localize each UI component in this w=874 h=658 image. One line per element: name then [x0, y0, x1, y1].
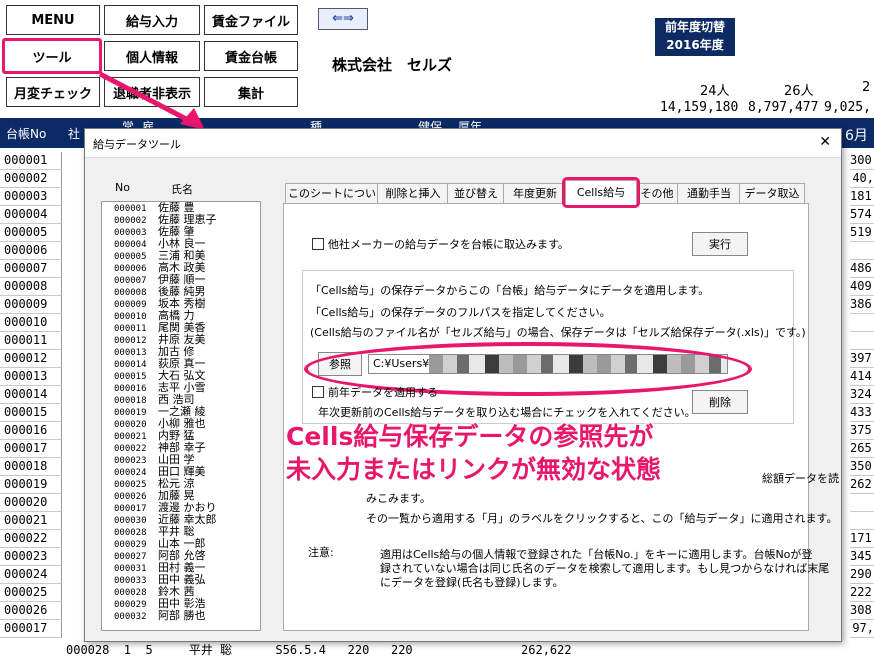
dialog-title: 給与データツール	[93, 138, 181, 151]
dialog-titlebar: 給与データツール ✕	[85, 129, 841, 158]
tab-year-update[interactable]: 年度更新	[503, 183, 567, 204]
hidden-tail-2: みこみます。	[366, 492, 431, 505]
other-maker-label: 他社メーカーの給与データを台帳に取込みます。	[328, 238, 569, 251]
tab-delete-insert[interactable]: 削除と挿入	[377, 183, 449, 204]
list-item-no: 000032	[114, 612, 147, 622]
info-line-1: 「Cells給与」の保存データからこの「台帳」給与データにデータを適用します。	[310, 284, 710, 297]
close-icon[interactable]: ✕	[819, 134, 831, 150]
other-maker-checkbox[interactable]	[312, 238, 324, 250]
list-item[interactable]: 000032 阿部 勝也	[102, 609, 260, 623]
run-button[interactable]: 実行	[692, 232, 748, 256]
info-line-2: 「Cells給与」の保存データのフルパスを指定してください。	[310, 306, 611, 319]
tab-sort[interactable]: 並び替え	[447, 183, 505, 204]
tab-data-import[interactable]: データ取込	[739, 183, 805, 204]
apply-instruction: その一覧から適用する「月」のラベルをクリックすると、この「給与データ」に適用され…	[366, 512, 838, 525]
annotation-line-1: Cells給与保存データの参照先が	[286, 422, 654, 451]
annotation-line-2: 未入力またはリンクが無効な状態	[286, 455, 662, 484]
tab-commute[interactable]: 通勤手当	[677, 183, 741, 204]
prev-year-label: 前年データを適用する	[328, 386, 438, 399]
prev-year-note: 年次更新前のCells給与データを取り込む場合にチェックを入れてください。	[318, 406, 696, 419]
tab-cells-salary[interactable]: Cells給与	[562, 177, 640, 208]
list-header-name: 氏名	[171, 183, 193, 196]
tab-about-sheet[interactable]: このシートについて	[285, 183, 379, 220]
list-header-no: No	[115, 181, 130, 194]
list-item-name: 阿部 勝也	[158, 609, 206, 622]
tab-other[interactable]: その他	[635, 183, 679, 204]
salary-data-tool-dialog: 給与データツール ✕ No 氏名 000001 佐藤 豊 000002 佐藤 理恵子 0…	[84, 128, 842, 642]
note-label: 注意:	[308, 546, 334, 559]
employee-listbox[interactable]: 000001 佐藤 豊 000002 佐藤 理恵子 000003 佐藤 肇 000004 小林…	[101, 201, 261, 631]
info-line-3: (Cells給与のファイル名が「セルズ給与」の場合、保存データは「セルズ給保存デ…	[310, 326, 806, 339]
prev-year-checkbox[interactable]	[312, 386, 324, 398]
cells-salary-panel: 他社メーカーの給与データを台帳に取込みます。 実行 「Cells給与」の保存デー…	[283, 203, 839, 631]
annotation-caption: Cells給与保存データの参照先が 未入力またはリンクが無効な状態	[286, 420, 806, 486]
note-line-3: にデータを登録(氏名も登録)します。	[380, 576, 564, 589]
delete-button[interactable]: 削除	[692, 390, 748, 414]
